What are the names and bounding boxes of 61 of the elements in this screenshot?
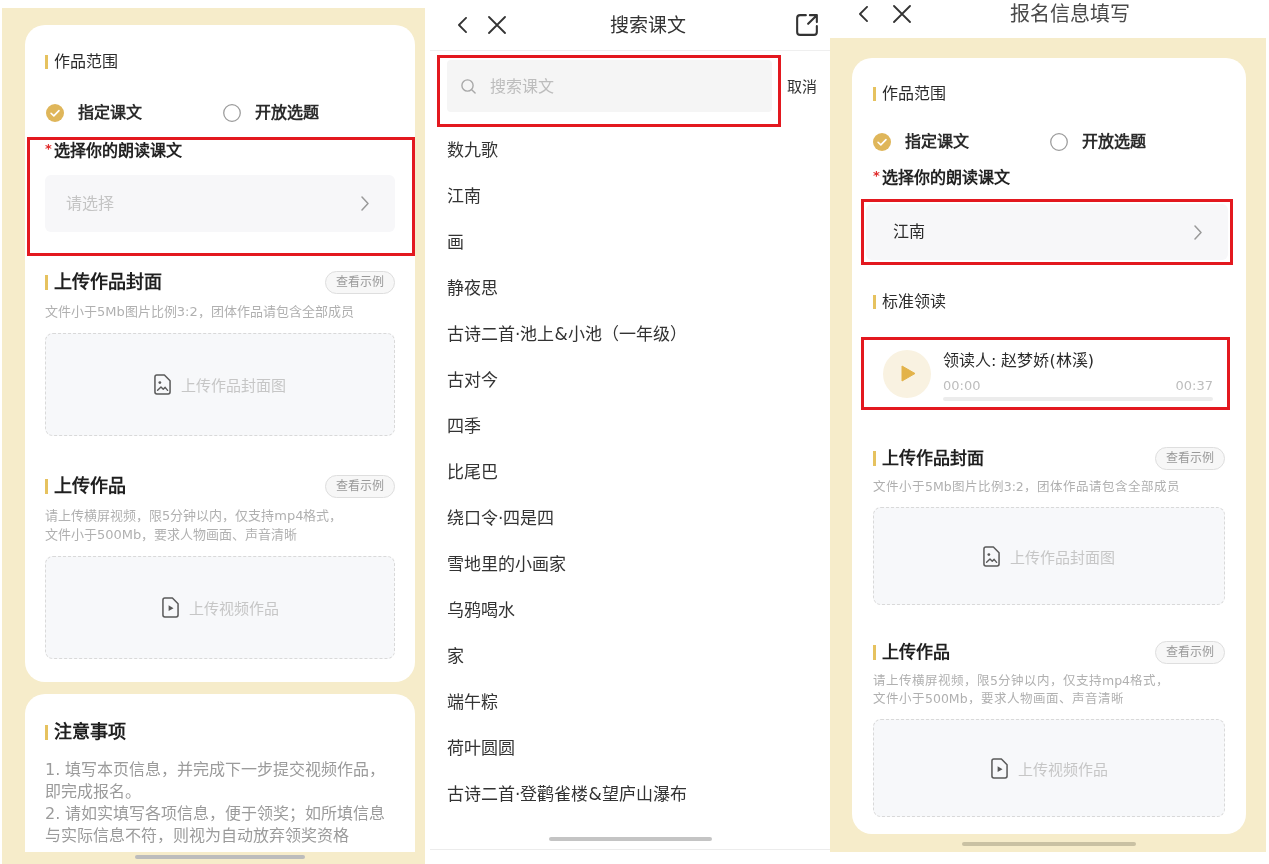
play-file-icon (990, 757, 1008, 779)
elapsed-time: 00:00 (943, 378, 981, 394)
list-item[interactable]: 江南 (430, 173, 830, 219)
chevron-right-icon (361, 196, 369, 211)
section-heading: 上传作品 (873, 640, 950, 664)
cancel-button[interactable]: 取消 (787, 77, 817, 97)
chevron-right-icon (1194, 224, 1202, 240)
list-item[interactable]: 古诗二首·登鹳雀楼&望庐山瀑布 (430, 771, 830, 817)
close-icon[interactable] (488, 16, 506, 34)
nav-title: 报名信息填写 (1010, 2, 1130, 26)
option-label[interactable]: 开放选题 (255, 102, 319, 124)
list-item[interactable]: 四季 (430, 403, 830, 449)
search-icon (461, 78, 476, 94)
required-mark: * (45, 141, 52, 156)
total-time: 00:37 (1175, 378, 1213, 394)
nav-title: 搜索课文 (610, 13, 686, 37)
field-label: 选择你的朗读课文 (881, 168, 1010, 187)
list-item[interactable]: 画 (430, 219, 830, 265)
play-file-icon (161, 597, 179, 618)
hint-text: 请上传横屏视频，限5分钟以内，仅支持mp4格式， (873, 672, 1171, 690)
play-button[interactable] (883, 349, 931, 398)
search-field[interactable]: 搜索课文 (447, 60, 772, 112)
hint-text: 文件小于500Mb，要求人物画面、声音清晰 (45, 526, 299, 544)
list-item[interactable]: 静夜思 (430, 265, 830, 311)
hint-text: 文件小于500Mb，要求人物画面、声音清晰 (873, 690, 1125, 708)
note-text: 1. 填写本页信息，并完成下一步提交视频作品，即完成报名。 (45, 759, 387, 803)
section-heading: 上传作品封面 (45, 270, 162, 294)
list-item[interactable]: 数九歌 (430, 127, 830, 173)
list-item[interactable]: 雪地里的小画家 (430, 541, 830, 587)
hint-text: 文件小于5Mb图片比例3:2，团体作品请包含全部成员 (873, 478, 1181, 496)
section-heading: 上传作品 (45, 474, 126, 498)
select-field[interactable]: 江南 (866, 204, 1228, 260)
required-mark: * (873, 168, 880, 183)
option-label[interactable]: 指定课文 (905, 131, 969, 153)
square-arrow-icon[interactable] (796, 14, 818, 36)
option-label[interactable]: 指定课文 (78, 102, 142, 124)
list-item[interactable]: 古诗二首·池上&小池（一年级） (430, 311, 830, 357)
field-label: 选择你的朗读课文 (53, 141, 182, 160)
section-heading: 上传作品封面 (873, 446, 984, 470)
note-text: 2. 请如实填写各项信息，便于领奖；如所填信息与实际信息不符，则视为自动放弃领奖资格 (45, 803, 387, 847)
image-file-icon (983, 545, 1000, 567)
list-item[interactable]: 比尾巴 (430, 449, 830, 495)
list-item[interactable]: 荷叶圆圆 (430, 725, 830, 771)
radio-button[interactable] (873, 133, 891, 151)
chevron-left-icon[interactable] (458, 17, 467, 33)
hint-text: 文件小于5Mb图片比例3:2，团体作品请包含全部成员 (45, 303, 355, 321)
list-item[interactable]: 古对今 (430, 357, 830, 403)
list-item[interactable]: 乌鸦喝水 (430, 587, 830, 633)
reader-label: 领读人: 赵梦娇(林溪) (943, 350, 1095, 372)
image-file-icon (154, 374, 171, 395)
chevron-left-icon[interactable] (859, 6, 868, 22)
radio-button[interactable] (1050, 133, 1068, 151)
list-item[interactable]: 家 (430, 633, 830, 679)
close-icon[interactable] (893, 5, 911, 23)
list-item[interactable]: 绕口令·四是四 (430, 495, 830, 541)
radio-button[interactable] (46, 104, 64, 122)
option-label[interactable]: 开放选题 (1082, 131, 1146, 153)
list-item[interactable]: 端午粽 (430, 679, 830, 725)
play-icon (901, 365, 916, 382)
radio-button[interactable] (223, 104, 241, 122)
hint-text: 请上传横屏视频，限5分钟以内，仅支持mp4格式， (45, 507, 344, 525)
